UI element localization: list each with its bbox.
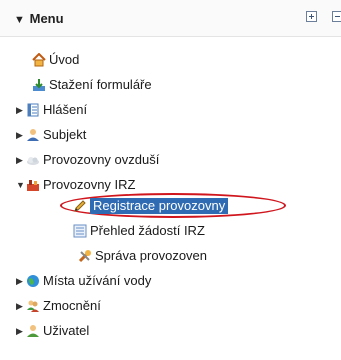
tree-item-uvod[interactable]: Úvod [32, 51, 79, 69]
tree-item-hlaseni[interactable]: ▶ Hlášení [16, 101, 87, 119]
tree-item-label: Přehled žádostí IRZ [90, 223, 205, 238]
tools-icon [78, 249, 92, 263]
tree-item-stazeni-formulare[interactable]: Stažení formuláře [32, 76, 152, 94]
user-icon [26, 324, 40, 338]
expand-arrow-icon[interactable]: ▶ [16, 297, 26, 315]
document-icon [26, 103, 40, 117]
factory-icon [26, 178, 40, 192]
collapse-triangle-icon: ▼ [14, 14, 25, 26]
tree-item-prehled-zadosti-irz[interactable]: Přehled žádostí IRZ [73, 222, 205, 240]
users-group-icon [26, 299, 40, 313]
menu-title: Menu [29, 11, 64, 26]
cloud-icon [26, 153, 40, 167]
tree-item-label: Provozovny ovzduší [43, 152, 160, 167]
tree-item-uzivatel[interactable]: ▶ Uživatel [16, 322, 89, 340]
tree-item-mista-uzivani-vody[interactable]: ▶ Místa užívání vody [16, 272, 151, 290]
expand-arrow-icon[interactable]: ▶ [16, 272, 26, 290]
tree-item-label: Správa provozoven [95, 248, 208, 263]
tree-item-zmocneni[interactable]: ▶ Zmocnění [16, 297, 101, 315]
tree-item-label: Stažení formuláře [49, 77, 152, 92]
tree-item-label: Zmocnění [43, 298, 101, 313]
expand-arrow-icon[interactable]: ▶ [16, 151, 26, 169]
tree-item-provozovny-ovzdusi[interactable]: ▶ Provozovny ovzduší [16, 151, 159, 169]
tree-item-label: Subjekt [43, 127, 87, 142]
tree-item-registrace-provozovny[interactable]: Registrace provozovny [73, 197, 229, 215]
tree-item-subjekt[interactable]: ▶ Subjekt [16, 126, 86, 144]
expand-arrow-icon[interactable]: ▶ [16, 126, 26, 144]
tree-item-sprava-provozoven[interactable]: Správa provozoven [78, 247, 207, 265]
collapse-arrow-icon[interactable]: ▼ [16, 176, 26, 194]
list-icon [73, 224, 87, 238]
pencil-icon [73, 199, 87, 213]
user-icon [26, 128, 40, 142]
tree-item-label: Uživatel [43, 323, 90, 338]
tree-item-label: Místa užívání vody [43, 273, 152, 288]
tree-item-label: Provozovny IRZ [43, 177, 136, 192]
home-icon [32, 52, 46, 67]
collapse-all-button[interactable] [332, 11, 341, 22]
tree-item-label: Úvod [49, 52, 80, 67]
download-icon [32, 78, 46, 92]
expand-arrow-icon[interactable]: ▶ [16, 101, 26, 119]
menu-toggle[interactable]: ▼ Menu [14, 11, 64, 26]
menu-header: ▼ Menu [0, 0, 341, 37]
expand-arrow-icon[interactable]: ▶ [16, 322, 26, 340]
tree-item-label: Hlášení [43, 102, 88, 117]
tree-item-provozovny-irz[interactable]: ▼ Provozovny IRZ [16, 176, 135, 194]
tree-item-label: Registrace provozovny [90, 198, 229, 214]
expand-all-button[interactable] [306, 11, 317, 22]
globe-icon [26, 274, 40, 288]
